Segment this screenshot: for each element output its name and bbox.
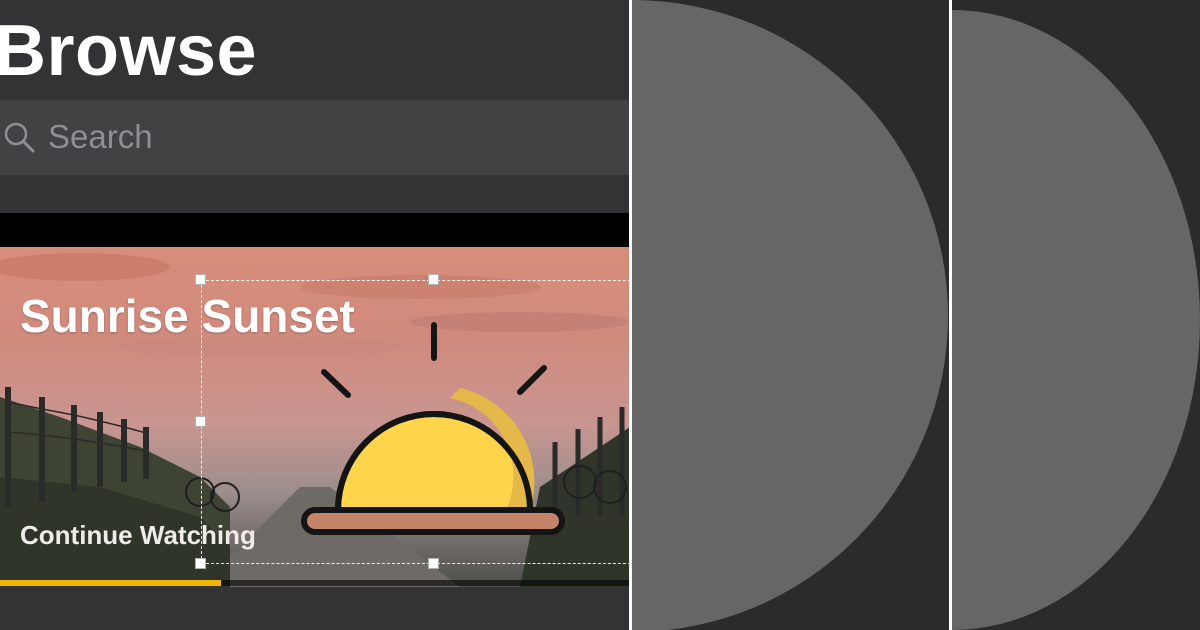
resize-handle-bottom-left[interactable] — [195, 558, 206, 569]
resize-handle-top-center[interactable] — [428, 274, 439, 285]
browse-screen: Browse Search Sunrise Sunset Continue Wa… — [0, 0, 630, 630]
resize-handle-bottom-center[interactable] — [428, 558, 439, 569]
search-placeholder: Search — [48, 118, 153, 155]
continue-watching-label[interactable]: Continue Watching — [20, 518, 256, 552]
progress-bar — [0, 580, 630, 586]
half-circle-panel — [632, 0, 948, 630]
sunrise-icon[interactable] — [300, 320, 570, 545]
half-ellipse-shape — [952, 10, 1200, 630]
half-circle-shape — [632, 0, 948, 630]
search-icon — [4, 122, 35, 153]
half-ellipse-panel — [952, 0, 1200, 630]
progress-bar-fill — [0, 580, 221, 586]
search-input[interactable]: Search — [0, 100, 630, 175]
screen: Browse Search Sunrise Sunset Continue Wa… — [0, 0, 1200, 630]
resize-handle-top-left[interactable] — [195, 274, 206, 285]
page-title: Browse — [0, 11, 258, 91]
resize-handle-middle-left[interactable] — [195, 416, 206, 427]
